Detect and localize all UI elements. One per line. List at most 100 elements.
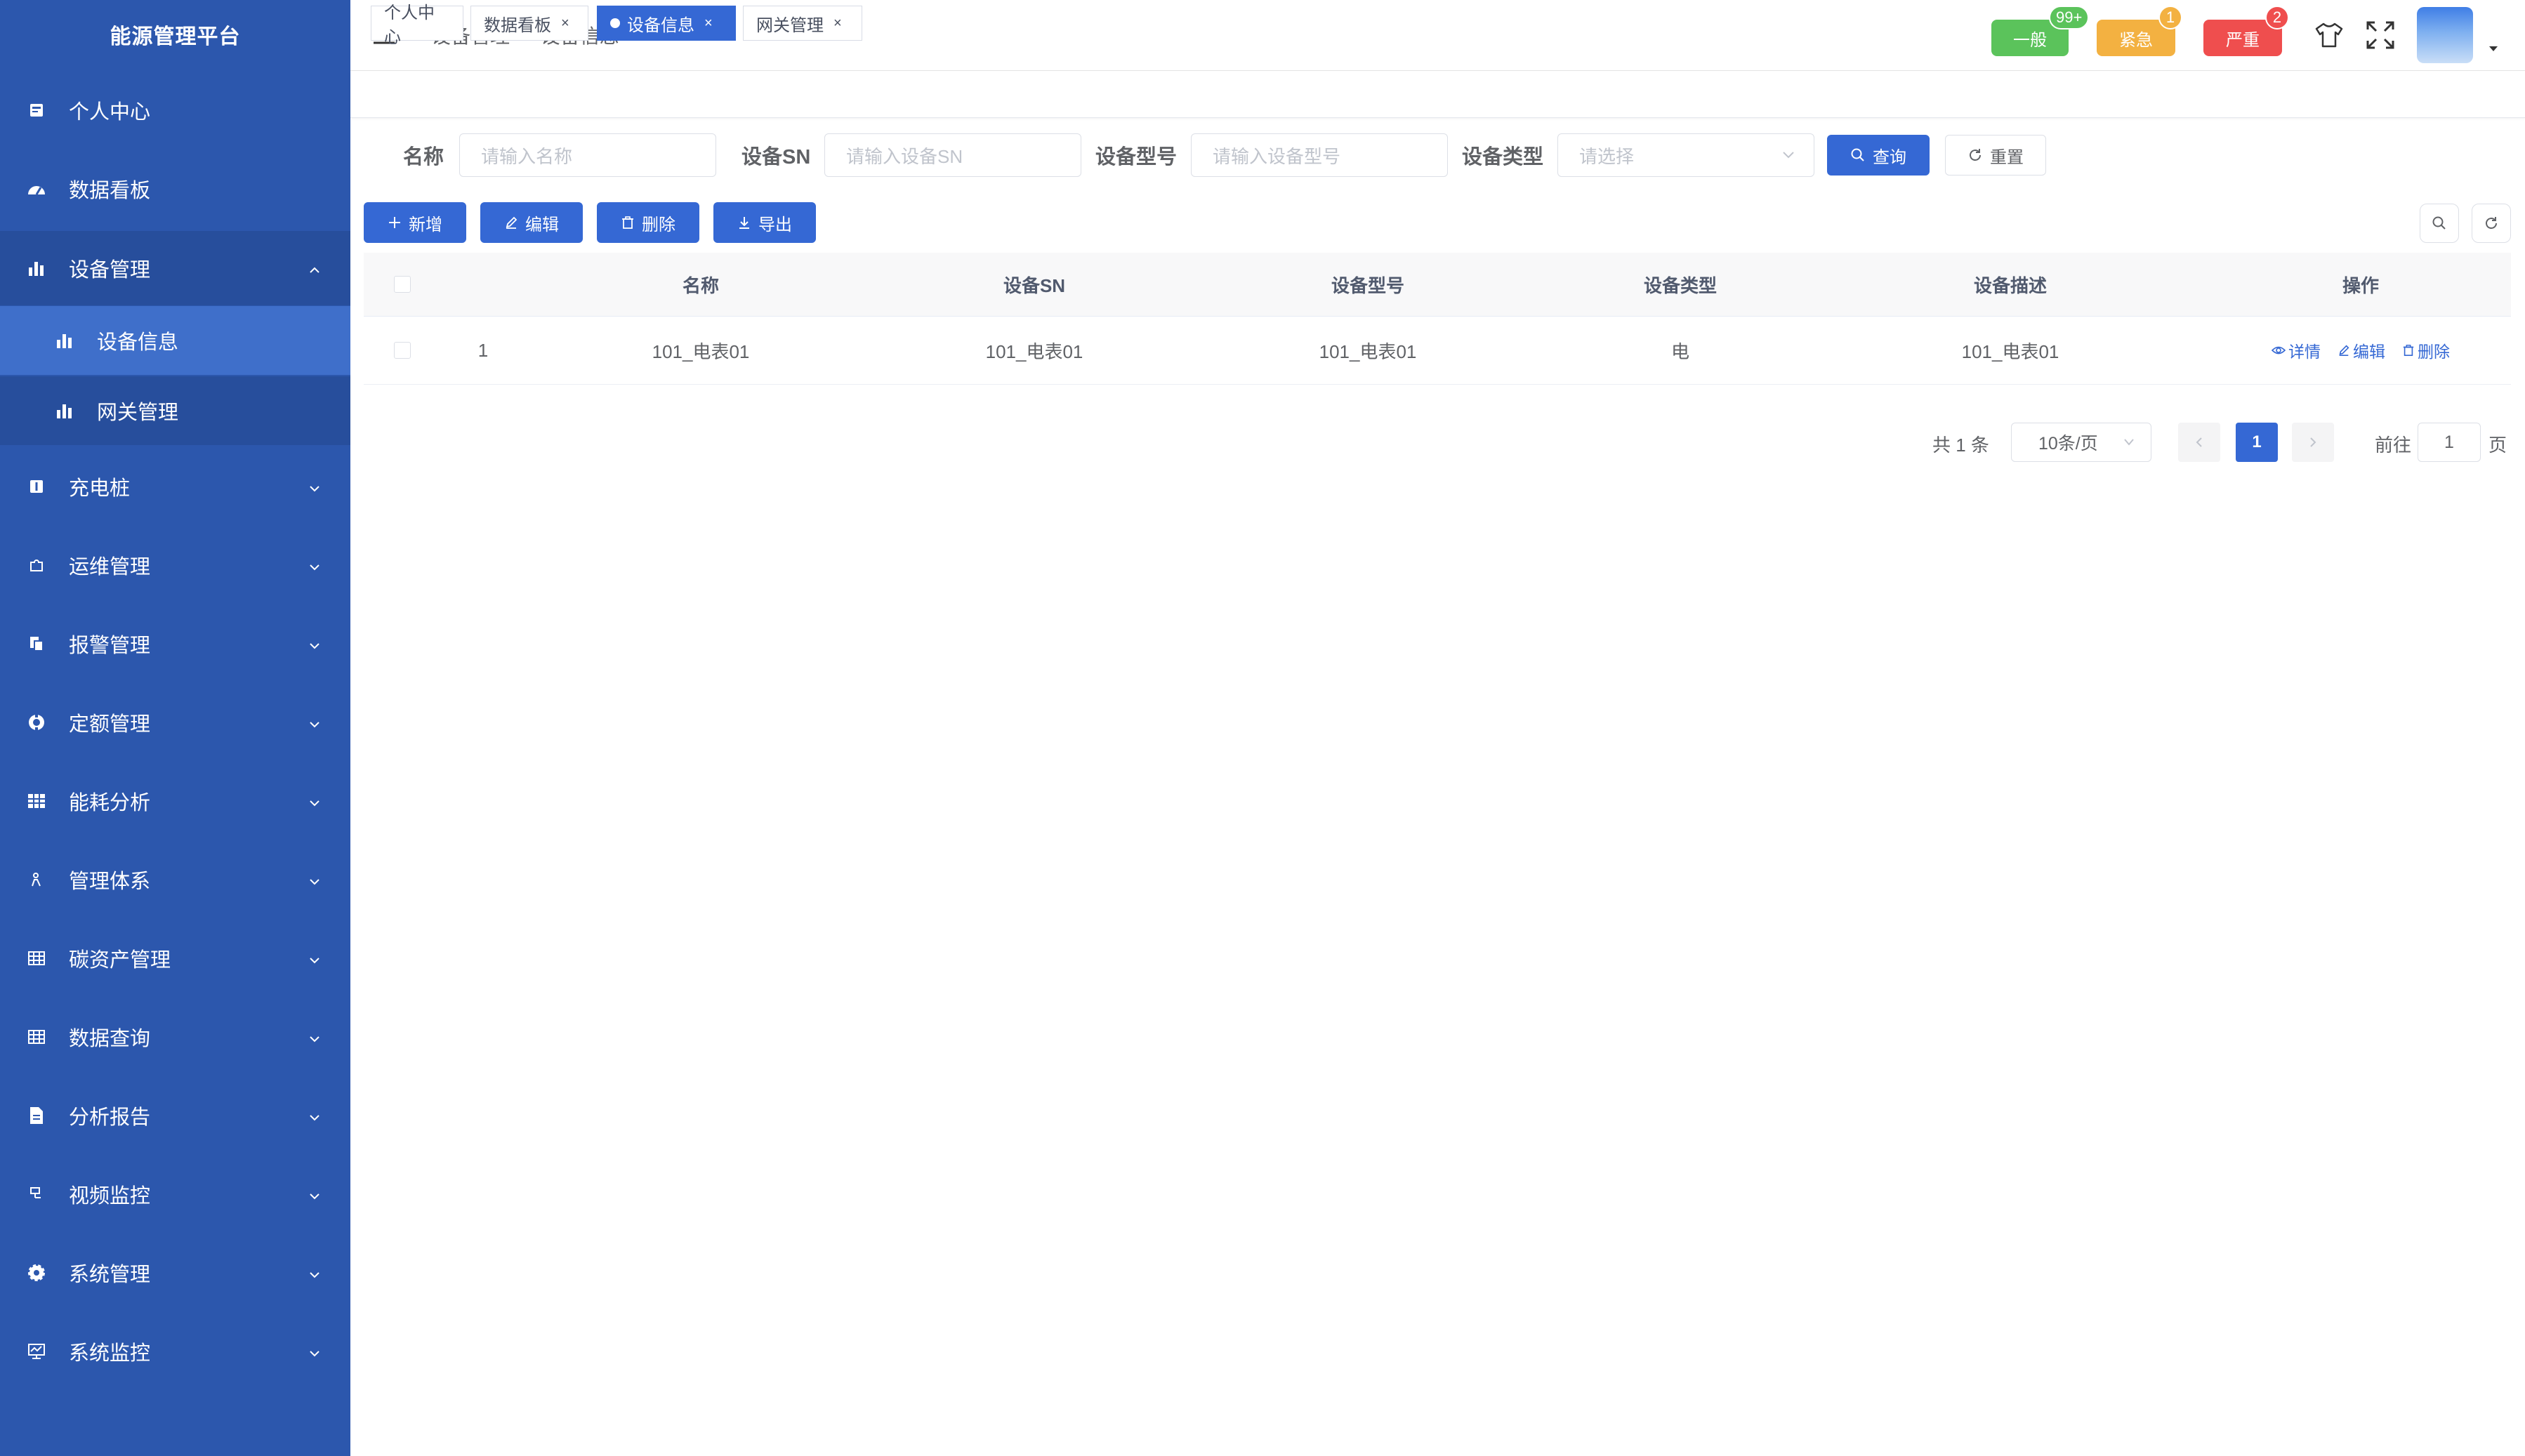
tag-device-info[interactable]: 设备信息 × — [597, 6, 736, 41]
type-label: 设备类型 — [1462, 146, 1544, 168]
chevron-up-icon — [307, 260, 322, 276]
theme-shirt-icon[interactable] — [2314, 20, 2345, 51]
chevron-down-icon — [307, 793, 322, 809]
sidebar-item-alarm[interactable]: 报警管理 — [0, 607, 350, 680]
sidebar-item-label: 个人中心 — [69, 101, 151, 124]
toggle-search-button[interactable] — [2420, 204, 2459, 243]
sidebar-item-device-management[interactable]: 设备管理 — [0, 231, 350, 305]
goto-page-input[interactable]: 1 — [2418, 423, 2481, 462]
tag-label: 设备信息 — [627, 15, 694, 35]
gear-icon — [27, 1263, 46, 1283]
column-header-sn[interactable]: 设备SN — [883, 253, 1185, 316]
tag-gateway-management[interactable]: 网关管理 × — [743, 6, 862, 41]
sidebar-item-profile[interactable]: 个人中心 — [0, 74, 350, 147]
close-icon[interactable]: × — [561, 15, 569, 32]
sidebar-item-gateway[interactable]: 网关管理 — [0, 376, 350, 445]
sidebar-item-label: 数据查询 — [69, 1028, 151, 1050]
model-input[interactable]: 请输入设备型号 — [1191, 133, 1448, 177]
model-input-placeholder: 请输入设备型号 — [1213, 145, 1341, 167]
caret-down-icon[interactable] — [2487, 44, 2500, 53]
plus-icon — [388, 216, 402, 230]
sidebar-item-label: 分析报告 — [69, 1106, 151, 1129]
tag-label: 个人中心 — [384, 4, 435, 47]
delete-button[interactable]: 删除 — [597, 202, 699, 243]
sidebar-item-dashboard[interactable]: 数据看板 — [0, 152, 350, 225]
column-header-model[interactable]: 设备型号 — [1185, 253, 1550, 316]
tag-label: 数据看板 — [484, 15, 551, 35]
select-all-cell — [364, 253, 441, 316]
delete-button-label: 删除 — [642, 215, 675, 234]
row-checkbox[interactable] — [394, 342, 411, 359]
close-icon[interactable]: × — [704, 15, 713, 32]
sidebar-item-operations[interactable]: 运维管理 — [0, 529, 350, 602]
user-icon — [27, 870, 46, 889]
name-label: 名称 — [403, 146, 444, 168]
sidebar-item-label: 设备信息 — [97, 331, 179, 354]
sn-input-placeholder: 请输入设备SN — [846, 145, 963, 167]
dashboard-icon — [27, 179, 46, 199]
table-row: 1 101_电表01 101_电表01 101_电表01 电 101_电表01 … — [364, 317, 2511, 385]
add-button-label: 新增 — [409, 215, 442, 234]
profile-icon — [27, 100, 46, 120]
sidebar-item-video-monitor[interactable]: 视频监控 — [0, 1158, 350, 1231]
sidebar-item-data-query[interactable]: 数据查询 — [0, 1000, 350, 1073]
next-page-button[interactable] — [2292, 423, 2334, 462]
detail-link-label: 详情 — [2288, 343, 2321, 361]
name-input-placeholder: 请输入名称 — [481, 145, 573, 167]
sidebar-item-quota[interactable]: 定额管理 — [0, 686, 350, 759]
column-header-type[interactable]: 设备类型 — [1550, 253, 1810, 316]
page-size-select[interactable]: 10条/页 — [2011, 423, 2151, 462]
close-icon[interactable]: × — [833, 15, 842, 32]
cell-model: 101_电表01 — [1319, 340, 1417, 362]
prev-page-button[interactable] — [2178, 423, 2220, 462]
select-all-checkbox[interactable] — [394, 276, 411, 293]
sidebar-item-analysis-report[interactable]: 分析报告 — [0, 1079, 350, 1152]
type-select[interactable]: 请选择 — [1557, 133, 1814, 177]
sidebar-item-management-system[interactable]: 管理体系 — [0, 843, 350, 916]
cell-description: 101_电表01 — [1961, 340, 2059, 362]
sidebar-item-label: 报警管理 — [69, 635, 151, 657]
page-suffix-label: 页 — [2488, 435, 2507, 456]
export-button[interactable]: 导出 — [713, 202, 816, 243]
app-title: 能源管理平台 — [110, 25, 241, 48]
sidebar-item-charging-pile[interactable]: 充电桩 — [0, 450, 350, 523]
sidebar-item-energy-analysis[interactable]: 能耗分析 — [0, 765, 350, 838]
row-delete-link[interactable]: 删除 — [2402, 338, 2450, 362]
reset-button-label: 重置 — [1990, 147, 2024, 167]
add-button[interactable]: 新增 — [364, 202, 466, 243]
sidebar-item-carbon-assets[interactable]: 碳资产管理 — [0, 922, 350, 995]
sidebar-item-label: 数据看板 — [69, 180, 151, 202]
chevron-left-icon — [2196, 437, 2202, 447]
chevron-down-icon — [2124, 439, 2134, 446]
edit-button[interactable]: 编辑 — [480, 202, 583, 243]
detail-link[interactable]: 详情 — [2272, 338, 2321, 362]
name-input[interactable]: 请输入名称 — [459, 133, 716, 177]
export-button-label: 导出 — [758, 215, 792, 234]
cell-name: 101_电表01 — [652, 340, 750, 362]
tag-personal-center[interactable]: 个人中心 — [371, 4, 463, 47]
reset-button[interactable]: 重置 — [1945, 135, 2046, 176]
cell-type: 电 — [1670, 340, 1689, 362]
table-icon — [27, 948, 46, 968]
search-icon — [2432, 216, 2446, 230]
chevron-down-icon — [307, 1344, 322, 1359]
bar-chart-icon — [27, 258, 46, 278]
chevron-right-icon — [2310, 437, 2316, 447]
chevron-down-icon — [307, 479, 322, 494]
column-header-name[interactable]: 名称 — [518, 253, 883, 316]
query-button[interactable]: 查询 — [1827, 135, 1930, 176]
alert-general-label: 一般 — [2013, 30, 2047, 50]
page-number-current[interactable]: 1 — [2236, 423, 2278, 462]
sidebar-item-system-management[interactable]: 系统管理 — [0, 1236, 350, 1309]
row-edit-link[interactable]: 编辑 — [2338, 338, 2385, 362]
sidebar-item-system-monitor[interactable]: 系统监控 — [0, 1315, 350, 1388]
fullscreen-icon[interactable] — [2365, 20, 2396, 51]
sn-input[interactable]: 请输入设备SN — [824, 133, 1081, 177]
tag-data-dashboard[interactable]: 数据看板 × — [470, 6, 588, 41]
bar-chart-icon — [55, 331, 74, 350]
refresh-button[interactable] — [2472, 204, 2511, 243]
column-header-description[interactable]: 设备描述 — [1810, 253, 2210, 316]
sidebar-item-device-info[interactable]: 设备信息 — [0, 306, 350, 375]
type-select-placeholder: 请选择 — [1579, 145, 1635, 167]
avatar[interactable] — [2417, 7, 2473, 63]
